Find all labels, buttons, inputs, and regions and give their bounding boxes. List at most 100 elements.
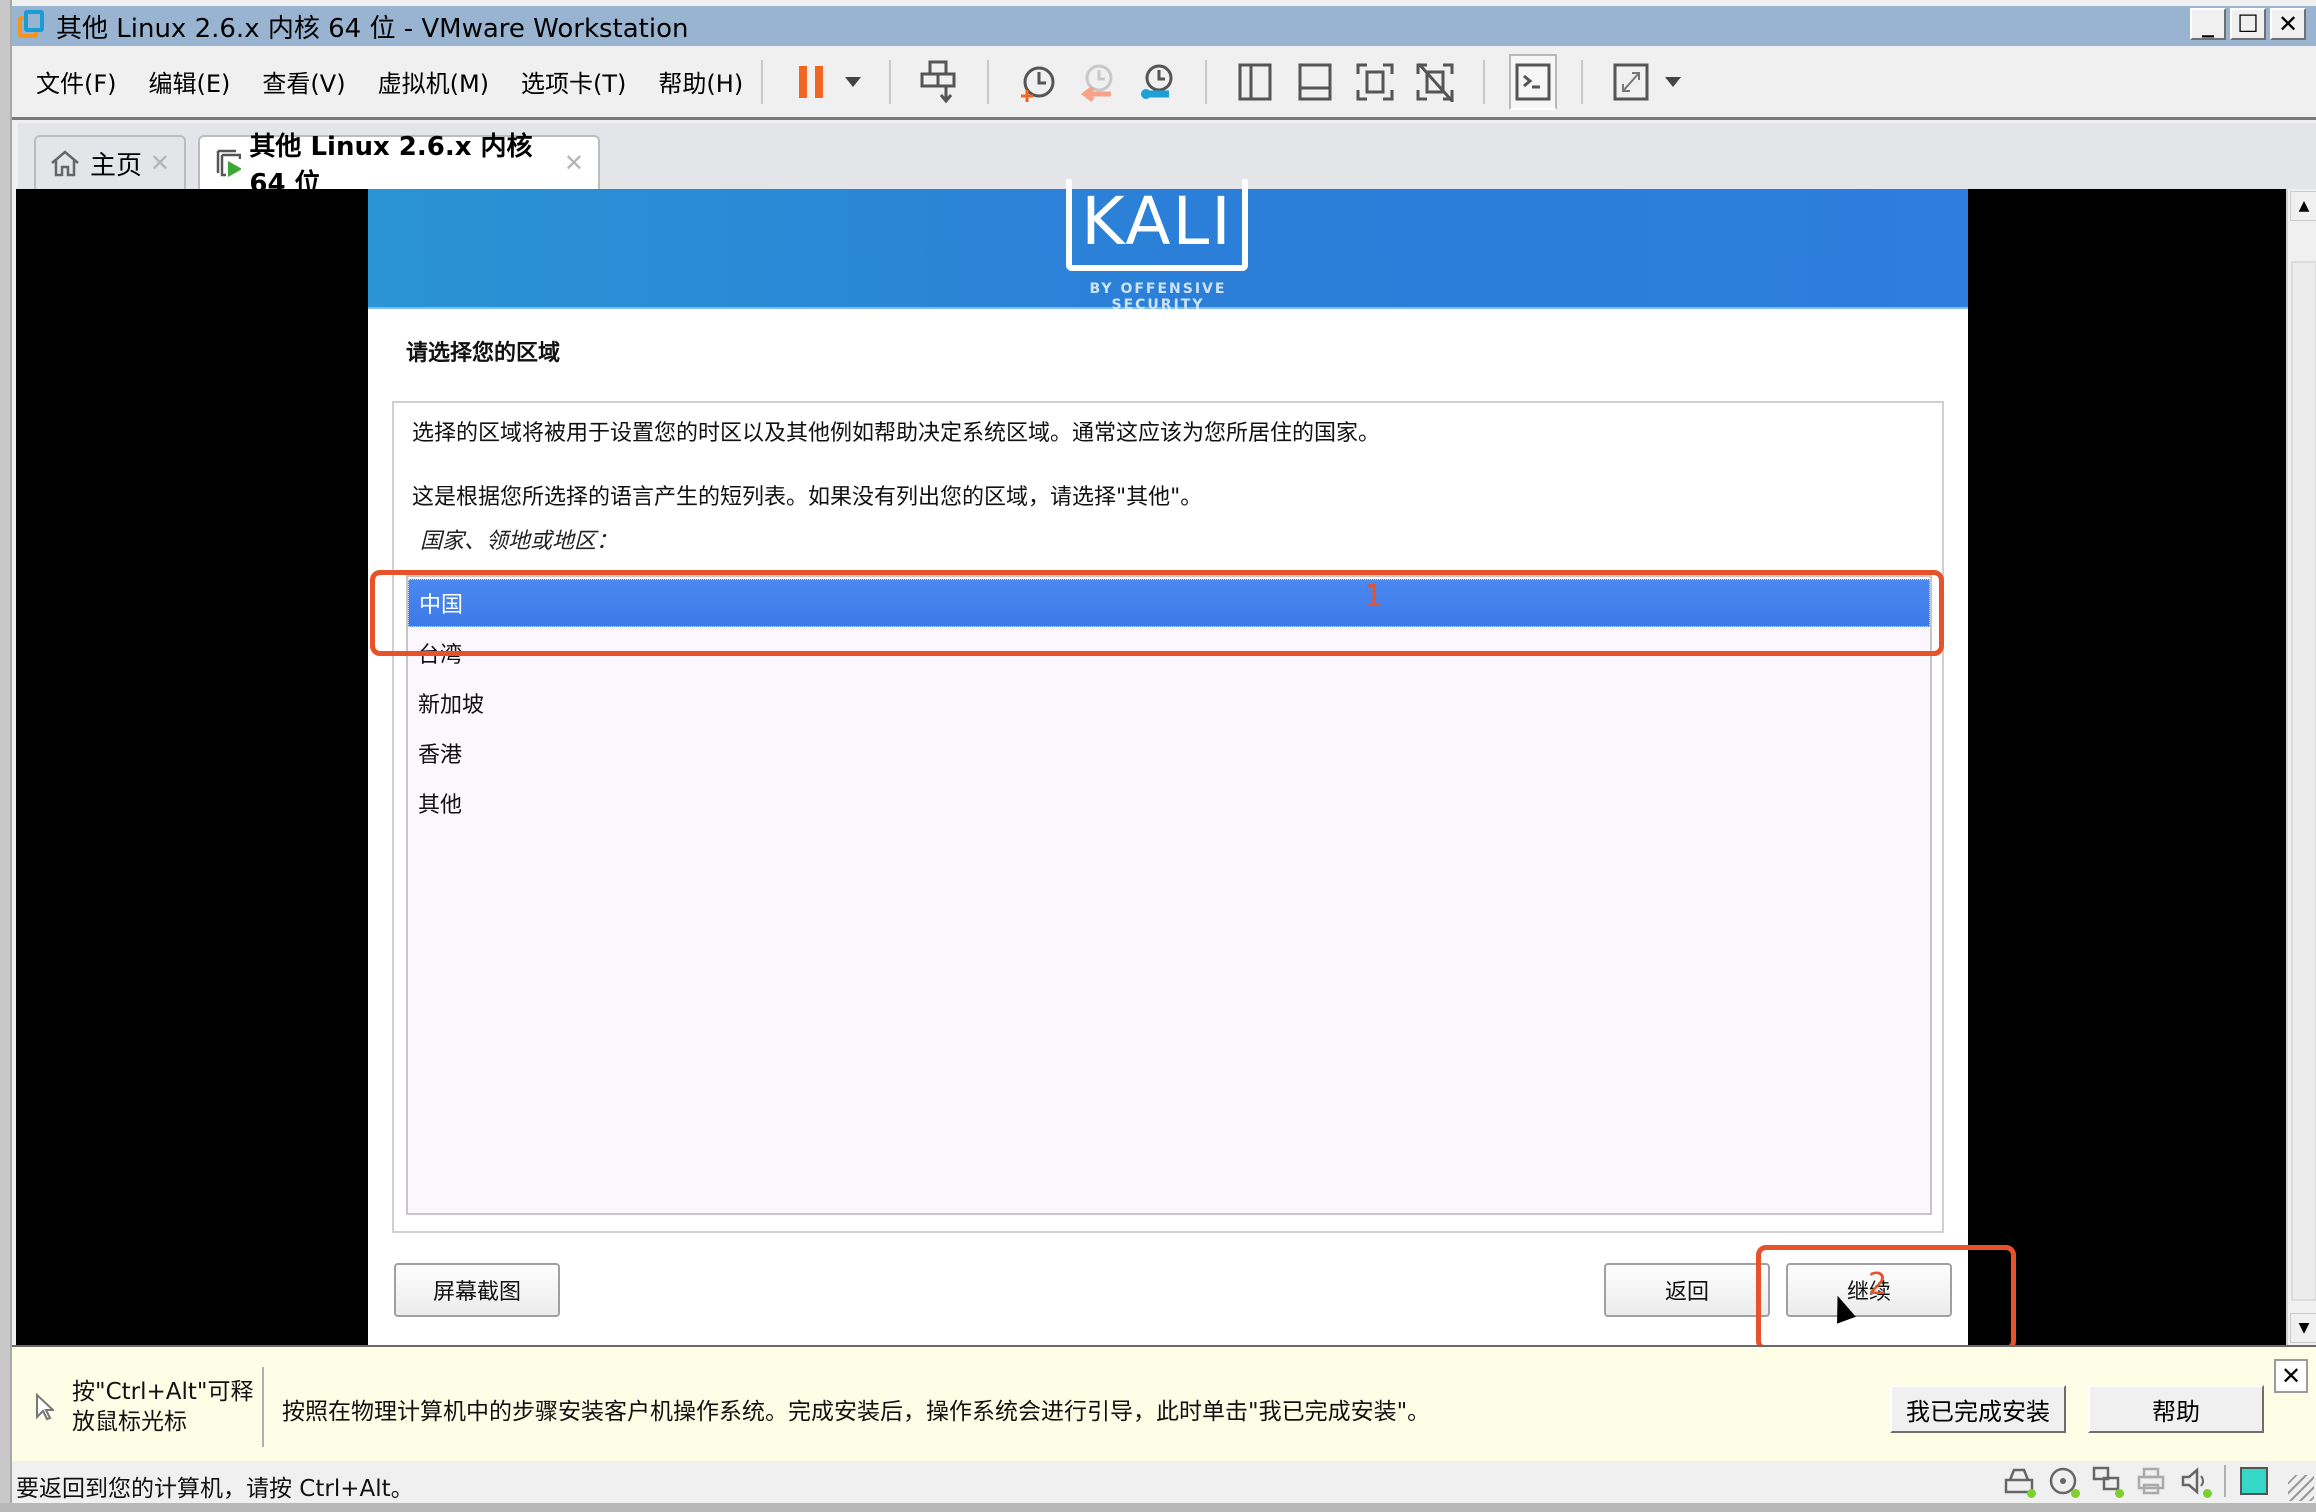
scroll-down-arrow-icon[interactable]: ▼	[2290, 1313, 2316, 1343]
snapshot-manager-button[interactable]	[1133, 54, 1181, 110]
thumbnail-bar-button[interactable]	[1291, 54, 1339, 110]
stretch-guest-button[interactable]	[1607, 54, 1655, 110]
mouse-pointer-icon	[36, 1393, 54, 1421]
menu-tabs[interactable]: 选项卡(T)	[521, 64, 626, 99]
revert-snapshot-button[interactable]	[1073, 54, 1121, 110]
list-item-label: 香港	[418, 743, 463, 768]
tab-home-close-icon[interactable]: ✕	[150, 149, 170, 177]
home-icon	[51, 150, 79, 177]
tab-home[interactable]: 主页 ✕	[34, 135, 186, 189]
window-title: 其他 Linux 2.6.x 内核 64 位 - VMware Workstat…	[56, 13, 689, 44]
vm-running-icon	[216, 149, 242, 177]
maximize-button[interactable]: ☐	[2230, 8, 2266, 40]
menu-file[interactable]: 文件(F)	[36, 64, 117, 99]
list-item[interactable]: 其他	[408, 779, 1930, 827]
tab-vm[interactable]: 其他 Linux 2.6.x 内核 64 位 ✕	[198, 132, 600, 199]
take-snapshot-button[interactable]	[1013, 54, 1061, 110]
cd-dvd-icon[interactable]	[2048, 1466, 2080, 1498]
divider	[262, 1367, 264, 1447]
menu-vm[interactable]: 虚拟机(M)	[378, 64, 489, 99]
vmware-logo-icon	[18, 10, 48, 42]
display-icon[interactable]	[2240, 1467, 2268, 1495]
screenshot-button[interactable]: 屏幕截图	[394, 1263, 560, 1317]
close-icon: ✕	[2277, 10, 2299, 38]
toolbar-separator	[987, 59, 990, 104]
region-panel: 选择的区域将被用于设置您的时区以及其他例如帮助决定系统区域。通常这应该为您所居住…	[392, 401, 1944, 1233]
finished-install-button[interactable]: 我已完成安装	[1890, 1385, 2066, 1433]
status-bar: 要返回到您的计算机，请按 Ctrl+Alt。	[12, 1461, 2316, 1503]
vm-console[interactable]: KALI BY OFFENSIVE SECURITY 请选择您的区域 选择的区域…	[16, 179, 2286, 1351]
toolbar-separator	[1205, 59, 1208, 104]
maximize-icon: ☐	[2237, 10, 2259, 38]
send-ctrl-alt-del-icon	[920, 60, 956, 103]
installer-window: KALI BY OFFENSIVE SECURITY 请选择您的区域 选择的区域…	[368, 179, 1968, 1345]
list-item-label: 其他	[418, 793, 463, 818]
stretch-dropdown-arrow[interactable]	[1665, 76, 1682, 87]
scrollbar-thumb[interactable]	[2291, 261, 2316, 1301]
page-title: 请选择您的区域	[406, 341, 561, 366]
scroll-up-arrow-icon[interactable]: ▲	[2290, 191, 2316, 221]
annotation-label-1: 1	[1364, 579, 1384, 614]
toolbar-separator	[1581, 59, 1584, 104]
library-view-icon	[1238, 63, 1272, 100]
minimize-icon: _	[2202, 10, 2214, 38]
resize-grip[interactable]	[2288, 1475, 2314, 1501]
stretch-guest-icon	[1613, 63, 1649, 100]
annotation-label-2: 2	[1868, 1267, 1888, 1302]
kali-banner: KALI BY OFFENSIVE SECURITY	[368, 179, 1968, 313]
region-description: 选择的区域将被用于设置您的时区以及其他例如帮助决定系统区域。通常这应该为您所居住…	[412, 421, 1381, 446]
printer-icon[interactable]	[2136, 1466, 2166, 1496]
toolbar-separator	[761, 59, 764, 104]
minimize-button[interactable]: _	[2190, 8, 2226, 40]
hard-disk-icon[interactable]	[2004, 1466, 2036, 1498]
vertical-scrollbar[interactable]: ▲ ▼	[2286, 189, 2316, 1345]
fullscreen-button[interactable]	[1351, 54, 1399, 110]
status-separator	[2224, 1465, 2226, 1497]
install-notification-bar: 按"Ctrl+Alt"可释 放鼠标光标 按照在物理计算机中的步骤安装客户机操作系…	[12, 1345, 2316, 1461]
toolbar-separator	[1483, 59, 1486, 104]
status-text: 要返回到您的计算机，请按 Ctrl+Alt。	[16, 1476, 414, 1502]
back-button[interactable]: 返回	[1604, 1263, 1770, 1317]
kali-logo-subtitle: BY OFFENSIVE SECURITY	[1089, 281, 1227, 313]
snapshot-revert-icon	[1081, 64, 1113, 102]
snapshot-take-icon	[1021, 66, 1055, 102]
annotation-box-1	[370, 570, 1944, 656]
close-icon: ✕	[2280, 1362, 2302, 1390]
title-bar: 其他 Linux 2.6.x 内核 64 位 - VMware Workstat…	[12, 6, 2316, 46]
unity-button[interactable]	[1411, 54, 1459, 110]
region-note: 这是根据您所选择的语言产生的短列表。如果没有列出您的区域，请选择"其他"。	[412, 485, 1203, 510]
list-item[interactable]: 新加坡	[408, 679, 1930, 727]
menu-view[interactable]: 查看(V)	[262, 64, 345, 99]
hint-line: 放鼠标光标	[72, 1409, 187, 1435]
close-window-button[interactable]: ✕	[2270, 8, 2306, 40]
pause-button[interactable]	[787, 54, 835, 110]
window-frame-bottom	[0, 1503, 2316, 1512]
list-item-label: 新加坡	[418, 693, 485, 718]
close-notification-button[interactable]: ✕	[2274, 1359, 2308, 1393]
hint-line: 按"Ctrl+Alt"可释	[72, 1379, 254, 1405]
unity-icon	[1416, 62, 1455, 102]
power-dropdown-arrow[interactable]	[845, 76, 862, 87]
pause-icon	[799, 65, 824, 98]
network-adapter-icon[interactable]	[2092, 1466, 2124, 1498]
help-button[interactable]: 帮助	[2088, 1385, 2264, 1433]
console-view-icon	[1515, 63, 1551, 100]
toolbar-separator	[889, 59, 892, 104]
install-message: 按照在物理计算机中的步骤安装客户机操作系统。完成安装后，操作系统会进行引导，此时…	[282, 1399, 1431, 1425]
region-list[interactable]: 中国 台湾 新加坡 香港 其他	[406, 575, 1932, 1215]
region-list-label: 国家、领地或地区：	[420, 529, 619, 554]
menu-edit[interactable]: 编辑(E)	[149, 64, 231, 99]
console-view-button[interactable]	[1509, 53, 1558, 110]
send-ctrl-alt-del-button[interactable]	[915, 54, 963, 110]
sound-card-icon[interactable]	[2180, 1466, 2212, 1498]
menu-help[interactable]: 帮助(H)	[658, 64, 743, 99]
library-view-button[interactable]	[1231, 54, 1279, 110]
snapshot-manager-icon	[1141, 64, 1173, 99]
tab-vm-close-icon[interactable]: ✕	[564, 149, 584, 177]
kali-logo: KALI	[1081, 183, 1233, 260]
menu-toolbar: 文件(F) 编辑(E) 查看(V) 虚拟机(M) 选项卡(T) 帮助(H)	[12, 46, 2316, 120]
list-item[interactable]: 香港	[408, 729, 1930, 777]
fullscreen-icon	[1356, 63, 1394, 100]
tab-home-label: 主页	[90, 150, 143, 181]
thumbnail-bar-icon	[1298, 63, 1332, 100]
